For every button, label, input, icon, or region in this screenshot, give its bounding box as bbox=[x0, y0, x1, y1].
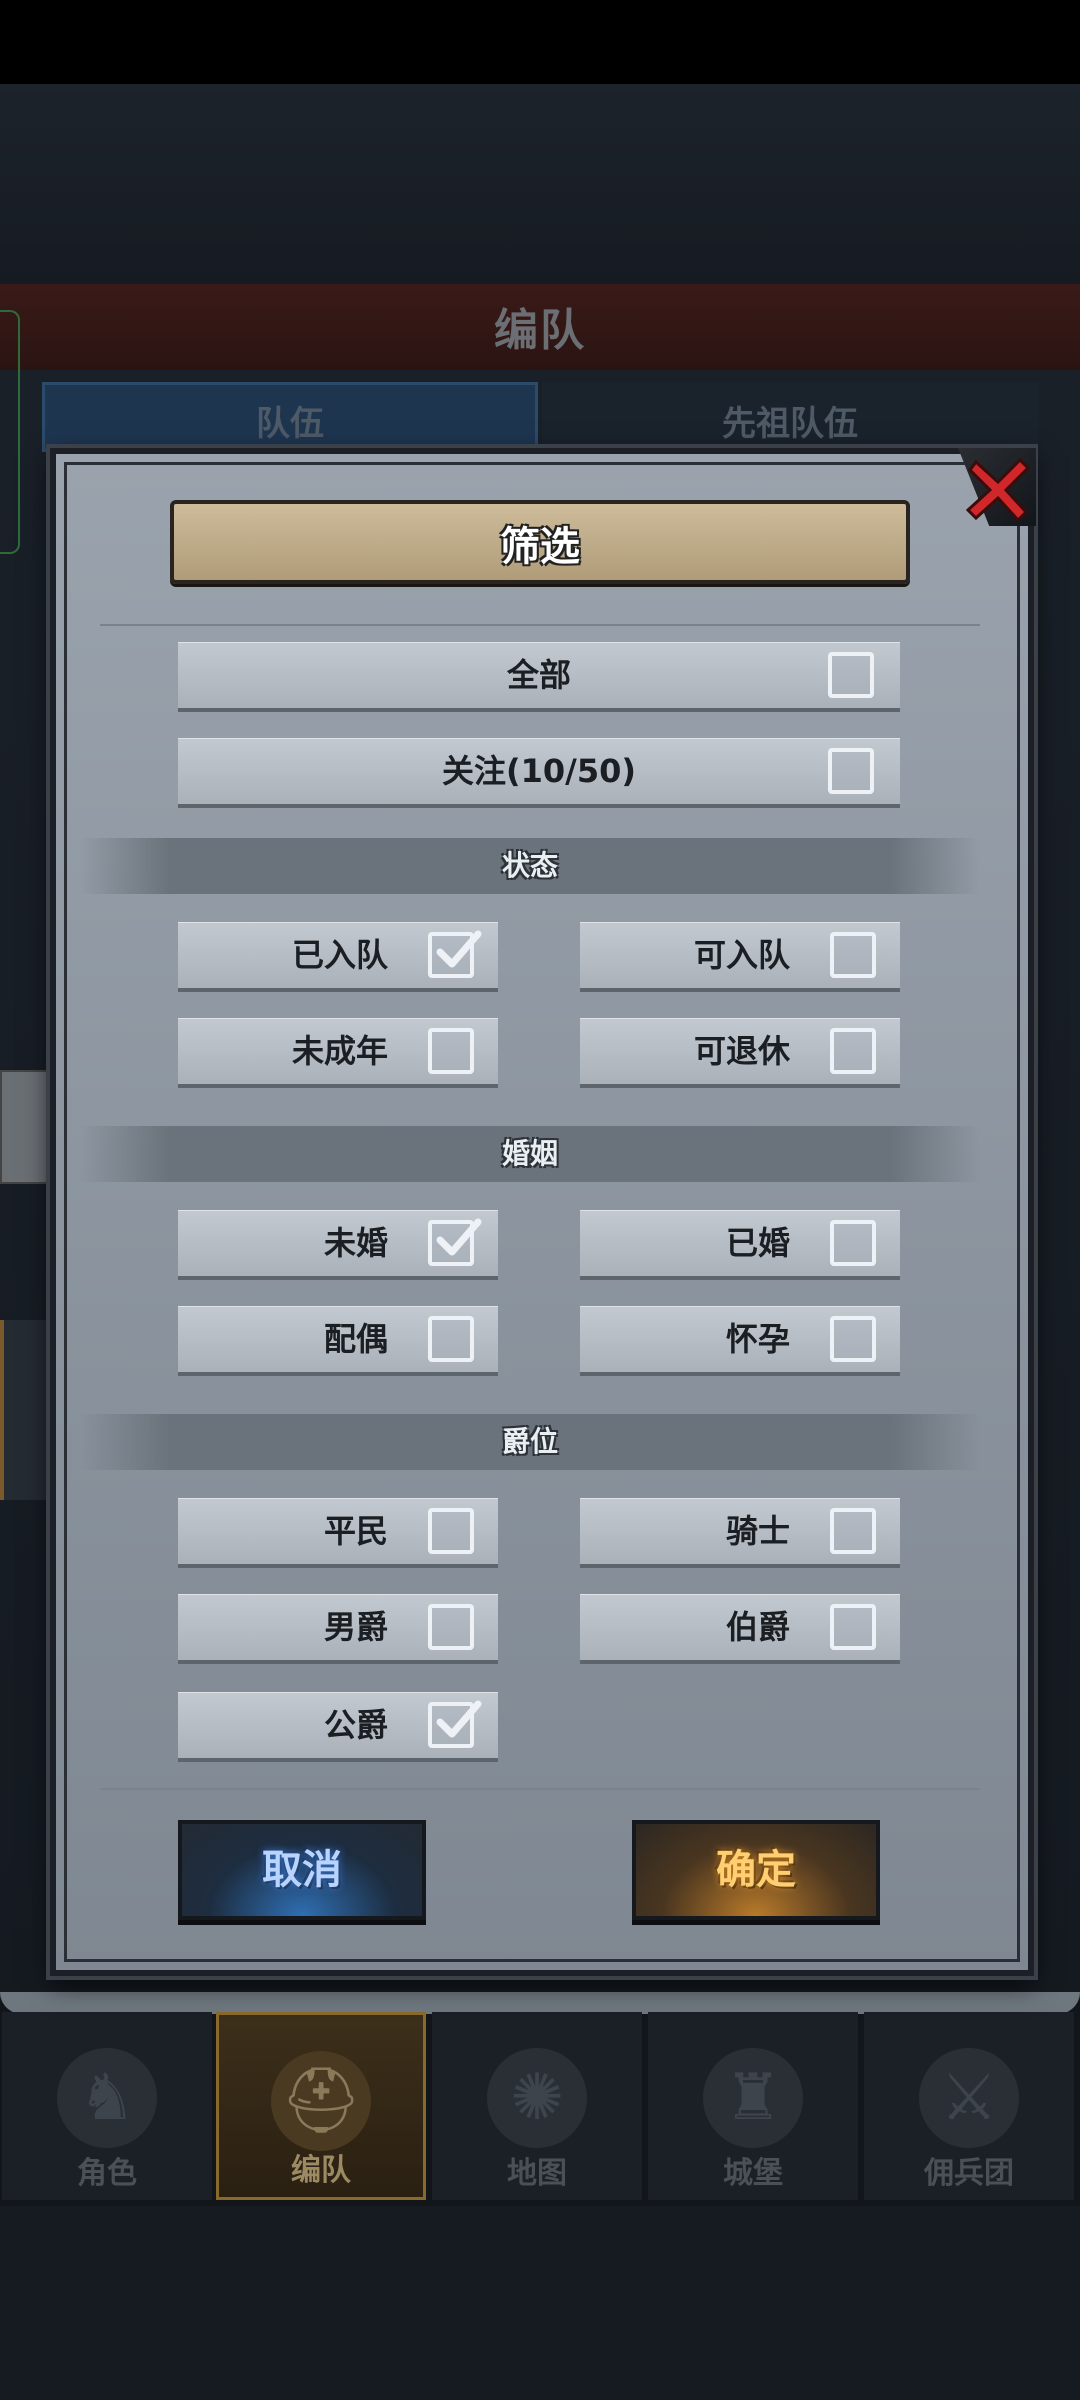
option-label: 骑士 bbox=[725, 1512, 790, 1550]
confirm-button-label: 确定 bbox=[716, 1847, 796, 1893]
option-commoner[interactable]: 平民 bbox=[178, 1498, 498, 1564]
option-pregnant[interactable]: 怀孕 bbox=[580, 1306, 900, 1372]
checkbox-spouse[interactable] bbox=[428, 1316, 474, 1362]
checkbox-commoner[interactable] bbox=[428, 1508, 474, 1554]
helmet-icon: ⛑ bbox=[271, 2051, 371, 2151]
status-bar bbox=[0, 0, 1080, 84]
option-label: 怀孕 bbox=[725, 1320, 790, 1358]
nav-label: 地图 bbox=[507, 2156, 567, 2191]
option-label: 配偶 bbox=[323, 1320, 388, 1358]
option-count[interactable]: 伯爵 bbox=[580, 1594, 900, 1660]
option-label: 未婚 bbox=[323, 1224, 388, 1262]
option-label: 男爵 bbox=[323, 1608, 388, 1646]
nav-tab-castle[interactable]: ♜ 城堡 bbox=[648, 2012, 858, 2200]
nav-label: 城堡 bbox=[723, 2156, 783, 2191]
nav-tab-formation[interactable]: ⛑ 编队 bbox=[216, 2012, 426, 2200]
checkbox-pregnant[interactable] bbox=[830, 1316, 876, 1362]
checkbox-can-join[interactable] bbox=[830, 932, 876, 978]
tab-ancestor-team-label: 先祖队伍 bbox=[722, 404, 858, 444]
checkbox-knight[interactable] bbox=[830, 1508, 876, 1554]
option-followed[interactable]: 关注(10/50) bbox=[178, 738, 900, 804]
checkbox-underage[interactable] bbox=[428, 1028, 474, 1074]
checkbox-followed[interactable] bbox=[828, 748, 874, 794]
checkbox-all[interactable] bbox=[828, 652, 874, 698]
option-underage[interactable]: 未成年 bbox=[178, 1018, 498, 1084]
checkbox-duke[interactable] bbox=[428, 1700, 482, 1748]
checkbox-in-team[interactable] bbox=[428, 930, 482, 978]
nav-label: 编队 bbox=[291, 2153, 351, 2188]
checkmark-icon bbox=[436, 930, 482, 968]
castle-icon: ♜ bbox=[703, 2048, 803, 2148]
side-panel-edge bbox=[0, 310, 20, 554]
section-title-status: 状态 bbox=[501, 849, 558, 882]
confirm-button[interactable]: 确定 bbox=[632, 1820, 880, 1920]
option-label: 已入队 bbox=[291, 936, 388, 974]
option-unmarried[interactable]: 未婚 bbox=[178, 1210, 498, 1276]
close-icon[interactable] bbox=[962, 452, 1034, 524]
checkbox-baron[interactable] bbox=[428, 1604, 474, 1650]
dialog-title: 筛选 bbox=[500, 524, 580, 570]
option-label: 全部 bbox=[506, 656, 571, 694]
cancel-button[interactable]: 取消 bbox=[178, 1820, 426, 1920]
knight-icon: ♞ bbox=[57, 2048, 157, 2148]
option-label: 平民 bbox=[323, 1512, 388, 1550]
option-label: 关注(10/50) bbox=[441, 752, 636, 790]
checkbox-married[interactable] bbox=[830, 1220, 876, 1266]
nav-label: 角色 bbox=[77, 2156, 137, 2191]
nav-tab-mercenary[interactable]: ⚔ 佣兵团 bbox=[864, 2012, 1074, 2200]
checkmark-icon bbox=[436, 1218, 482, 1256]
option-can-join[interactable]: 可入队 bbox=[580, 922, 900, 988]
nav-tab-map[interactable]: ✺ 地图 bbox=[432, 2012, 642, 2200]
nav-label: 佣兵团 bbox=[924, 2156, 1014, 2191]
option-can-retire[interactable]: 可退休 bbox=[580, 1018, 900, 1084]
screen: 编队 队伍 先祖队伍 ♞ 角色 ⛑ 编队 ✺ 地图 ♜ 城堡 ⚔ 佣兵团 筛选 … bbox=[0, 0, 1080, 2400]
character-card-edge bbox=[0, 1320, 48, 1500]
tab-team-label: 队伍 bbox=[256, 404, 324, 444]
option-label: 公爵 bbox=[323, 1706, 388, 1744]
checkmark-icon bbox=[436, 1700, 482, 1738]
compass-map-icon: ✺ bbox=[487, 2048, 587, 2148]
option-baron[interactable]: 男爵 bbox=[178, 1594, 498, 1660]
section-title-marriage: 婚姻 bbox=[501, 1137, 558, 1170]
divider bbox=[100, 1788, 980, 1790]
option-in-team[interactable]: 已入队 bbox=[178, 922, 498, 988]
cancel-button-label: 取消 bbox=[262, 1847, 342, 1893]
checkbox-can-retire[interactable] bbox=[830, 1028, 876, 1074]
option-married[interactable]: 已婚 bbox=[580, 1210, 900, 1276]
option-duke[interactable]: 公爵 bbox=[178, 1692, 498, 1758]
divider bbox=[100, 624, 980, 626]
nav-tab-character[interactable]: ♞ 角色 bbox=[2, 2012, 212, 2200]
option-label: 可入队 bbox=[693, 936, 790, 974]
option-label: 伯爵 bbox=[725, 1608, 790, 1646]
option-label: 可退休 bbox=[693, 1032, 790, 1070]
background-footer bbox=[0, 2206, 1080, 2400]
nav-snow-decoration bbox=[0, 1992, 1080, 2014]
checkbox-count[interactable] bbox=[830, 1604, 876, 1650]
option-label: 未成年 bbox=[291, 1032, 388, 1070]
option-knight[interactable]: 骑士 bbox=[580, 1498, 900, 1564]
section-title-rank: 爵位 bbox=[501, 1425, 558, 1458]
option-label: 已婚 bbox=[725, 1224, 790, 1262]
background-header bbox=[0, 84, 1080, 284]
mercenary-icon: ⚔ bbox=[919, 2048, 1019, 2148]
screen-title: 编队 bbox=[494, 305, 586, 356]
option-all[interactable]: 全部 bbox=[178, 642, 900, 708]
option-spouse[interactable]: 配偶 bbox=[178, 1306, 498, 1372]
portrait-thumbnail bbox=[0, 1070, 48, 1184]
checkbox-unmarried[interactable] bbox=[428, 1218, 482, 1266]
